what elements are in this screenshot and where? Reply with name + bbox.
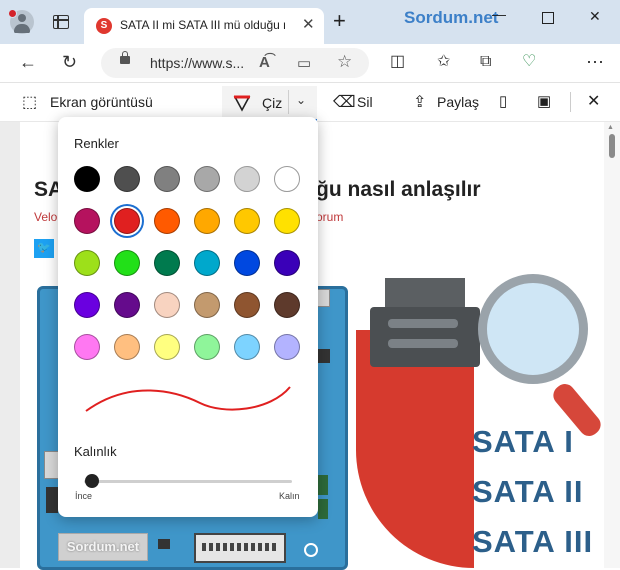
sordum-watermark: Sordum.net [58, 533, 148, 561]
site-favicon-icon: S [96, 18, 112, 34]
color-swatch[interactable] [194, 292, 220, 318]
color-swatch[interactable] [74, 292, 100, 318]
color-swatch[interactable] [194, 334, 220, 360]
sata-label-1: SATA I [472, 424, 574, 459]
twitter-share-icon[interactable]: 🐦 [34, 239, 54, 258]
color-swatch[interactable] [234, 334, 260, 360]
collections-icon[interactable]: ⧉ [480, 51, 491, 73]
thickness-min-label: İnce [75, 491, 93, 501]
board-screw-hole [304, 543, 318, 557]
capture-label[interactable]: Ekran görüntüsü [50, 94, 153, 110]
color-swatch[interactable] [74, 334, 100, 360]
url-text: https://www.s... [150, 55, 245, 71]
draw-options-panel: Renkler Kalınlık İnce Kalın [58, 117, 318, 517]
color-swatch[interactable] [194, 208, 220, 234]
favorite-star-icon[interactable]: ☆ [337, 52, 352, 72]
color-swatch[interactable] [114, 334, 140, 360]
color-swatch[interactable] [154, 334, 180, 360]
favorites-icon[interactable]: ✩ [437, 51, 450, 73]
back-arrow-icon[interactable]: ← [19, 51, 37, 73]
color-swatch[interactable] [154, 250, 180, 276]
colors-heading: Renkler [74, 136, 119, 151]
close-tab-icon[interactable]: ✕ [302, 15, 315, 33]
eraser-icon[interactable]: ⌫ [333, 92, 356, 112]
browser-essentials-icon[interactable]: ♡ [522, 51, 536, 73]
color-swatch[interactable] [194, 250, 220, 276]
thickness-slider[interactable] [84, 480, 292, 483]
draw-label: Çiz [262, 95, 283, 111]
save-icon[interactable]: ▣ [537, 92, 551, 110]
split-screen-icon[interactable]: ◫ [390, 51, 405, 73]
color-swatch[interactable] [274, 292, 300, 318]
notification-dot [8, 9, 17, 18]
sata-label-2: SATA II [472, 474, 584, 509]
read-aloud-icon[interactable]: A͡ [259, 54, 270, 71]
color-swatch[interactable] [154, 208, 180, 234]
thickness-heading: Kalınlık [74, 444, 117, 459]
color-swatch[interactable] [74, 208, 100, 234]
color-swatch[interactable] [114, 208, 140, 234]
window-close-icon[interactable]: ✕ [589, 8, 601, 25]
draw-pen-icon [233, 95, 251, 112]
erase-label[interactable]: Sil [357, 94, 373, 110]
share-icon[interactable]: ⇪ [413, 92, 426, 112]
color-swatch[interactable] [234, 208, 260, 234]
scroll-up-icon[interactable]: ▲ [607, 124, 614, 131]
scrollbar[interactable] [604, 122, 620, 568]
magnifier-icon [478, 274, 588, 384]
color-swatch[interactable] [114, 250, 140, 276]
article-headline-right: ğu nasıl anlaşılır [316, 178, 481, 201]
close-screenshot-icon[interactable]: ✕ [587, 91, 600, 111]
thickness-slider-knob[interactable] [85, 474, 99, 488]
immersive-reader-icon[interactable]: ▭ [297, 54, 311, 72]
capture-area-icon[interactable]: ⬚ [22, 92, 37, 112]
color-swatch[interactable] [234, 292, 260, 318]
draw-button[interactable]: Çiz ⌄ [222, 86, 317, 121]
color-swatch[interactable] [274, 208, 300, 234]
copy-icon[interactable]: ▯ [499, 92, 507, 110]
share-label[interactable]: Paylaş [437, 94, 479, 110]
color-swatch[interactable] [234, 250, 260, 276]
stroke-preview [85, 386, 291, 412]
color-swatch[interactable] [154, 166, 180, 192]
minimize-icon[interactable]: — [492, 6, 506, 22]
color-swatch[interactable] [234, 166, 260, 192]
refresh-icon[interactable]: ↻ [62, 51, 77, 73]
color-swatch[interactable] [274, 166, 300, 192]
board-connector [194, 533, 286, 563]
color-swatch[interactable] [274, 334, 300, 360]
color-swatch[interactable] [194, 166, 220, 192]
sata-label-3: SATA III [472, 524, 594, 559]
lock-icon [120, 51, 130, 64]
color-swatch[interactable] [154, 292, 180, 318]
browser-tab[interactable]: S SATA II mi SATA III mü olduğu nasıl an… [84, 8, 324, 44]
color-swatch[interactable] [74, 166, 100, 192]
color-swatch[interactable] [274, 250, 300, 276]
tab-actions-icon[interactable] [53, 15, 69, 29]
tab-title: SATA II mi SATA III mü olduğu nasıl anla… [120, 18, 285, 32]
settings-more-icon[interactable]: ⋯ [586, 51, 604, 73]
title-bar: S SATA II mi SATA III mü olduğu nasıl an… [0, 0, 620, 44]
new-tab-icon[interactable]: + [333, 10, 346, 32]
article-byline-right: orum [316, 210, 344, 224]
color-swatch[interactable] [114, 166, 140, 192]
chevron-down-icon[interactable]: ⌄ [296, 93, 306, 107]
sata-plug [370, 307, 480, 367]
window-overlay-text: Sordum.net [404, 8, 499, 27]
navigation-bar: ← ↻ https://www.s... A͡ ▭ ☆ ◫ ✩ ⧉ ♡ ⋯ [0, 44, 620, 83]
address-bar[interactable]: https://www.s... A͡ ▭ ☆ [101, 48, 369, 78]
article-byline-left: Velo [34, 210, 58, 224]
thickness-max-label: Kalın [279, 491, 300, 501]
color-swatch[interactable] [74, 250, 100, 276]
color-swatch[interactable] [114, 292, 140, 318]
maximize-icon[interactable] [542, 12, 554, 24]
profile-avatar[interactable] [8, 9, 34, 34]
scrollbar-thumb[interactable] [609, 134, 615, 158]
